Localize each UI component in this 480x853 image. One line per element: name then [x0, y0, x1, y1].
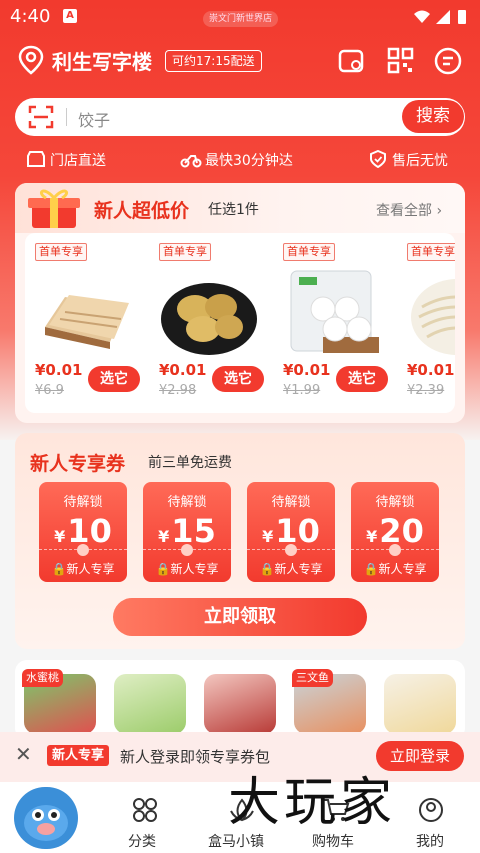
vegetable-image[interactable] — [114, 674, 186, 734]
product-original-price: ¥2.98 — [159, 383, 197, 398]
lock-icon: 🔒 — [155, 562, 171, 576]
qr-code-icon[interactable] — [387, 46, 415, 76]
lock-icon: 🔒 — [363, 562, 379, 576]
product-original-price: ¥2.39 — [407, 383, 445, 398]
status-icons — [414, 10, 466, 24]
potato-image — [161, 283, 257, 355]
feature-store-direct: 门店直送 — [50, 153, 106, 169]
product-price: ¥0.01 — [35, 361, 83, 379]
battery-icon — [458, 10, 466, 24]
notification-icon: A — [63, 9, 77, 23]
scan-icon[interactable] — [28, 105, 54, 129]
currency-symbol: ¥ — [158, 527, 170, 546]
view-all-label: 查看全部 — [376, 203, 432, 219]
product-price: ¥0.01 — [283, 361, 331, 379]
coupon-amount: 10 — [67, 512, 112, 550]
coupon-label: 新人专享 — [66, 562, 115, 576]
chevron-right-icon: › — [436, 203, 443, 219]
feature-after-sales: 售后无忧 — [392, 153, 448, 169]
coupon-label: 新人专享 — [170, 562, 219, 576]
pick-button[interactable]: 选它 — [336, 366, 388, 392]
coupon-label: 新人专享 — [274, 562, 323, 576]
gift-box-icon — [28, 189, 80, 228]
product-card[interactable]: 首单专享 ¥0.01 ¥1.99 选它 — [273, 233, 395, 413]
pick-button[interactable]: 选它 — [212, 366, 264, 392]
coupon-notch — [181, 544, 193, 556]
product-original-price: ¥1.99 — [283, 383, 321, 398]
currency-symbol: ¥ — [262, 527, 274, 546]
coupon-lock-status: 待解锁 — [167, 495, 207, 510]
search-divider — [66, 108, 67, 126]
location-pin-icon[interactable] — [18, 45, 44, 75]
store-pill: 崇文门新世界店 — [203, 11, 279, 27]
category-tag: 水蜜桃 — [22, 669, 63, 687]
coupon-item[interactable]: 待解锁 ¥10 🔒新人专享 — [247, 482, 335, 582]
lock-icon: 🔒 — [51, 562, 67, 576]
profile-icon[interactable] — [418, 797, 444, 823]
coupon-item[interactable]: 待解锁 ¥10 🔒新人专享 — [39, 482, 127, 582]
coupon-label: 新人专享 — [378, 562, 427, 576]
product-price: ¥0.01 — [407, 361, 455, 379]
noodles-image — [411, 279, 455, 355]
store-icon — [27, 151, 45, 167]
product-carousel[interactable]: 首单专享 ¥0.01 ¥6.9 选它 首单专享 ¥0.01 ¥2.98 选它 首… — [25, 233, 455, 413]
order-search-icon[interactable] — [337, 46, 367, 76]
search-input[interactable]: 饺子 — [78, 107, 110, 131]
coupon-notch — [77, 544, 89, 556]
category-tag: 三文鱼 — [292, 669, 333, 687]
coupon-amount: 15 — [171, 512, 216, 550]
coupon-lock-status: 待解锁 — [375, 495, 415, 510]
coupon-title: 新人专享券 — [30, 453, 126, 475]
claim-coupons-button[interactable]: 立即领取 — [113, 598, 367, 636]
shield-icon — [370, 150, 386, 168]
first-order-tag: 首单专享 — [407, 243, 455, 261]
coupon-amount: 20 — [379, 512, 424, 550]
beef-image[interactable] — [204, 674, 276, 734]
coupon-item[interactable]: 待解锁 ¥20 🔒新人专享 — [351, 482, 439, 582]
mascot-home-icon[interactable] — [14, 787, 78, 849]
product-card[interactable]: 首单专享 ¥0.01 ¥2.39 — [397, 233, 455, 413]
coupon-notch — [285, 544, 297, 556]
coupon-amount: 10 — [275, 512, 320, 550]
product-original-price: ¥6.9 — [35, 383, 64, 398]
nav-category[interactable]: 分类 — [128, 831, 156, 851]
coupon-lock-status: 待解锁 — [271, 495, 311, 510]
lock-icon: 🔒 — [259, 562, 275, 576]
first-order-tag: 首单专享 — [35, 243, 87, 261]
nav-profile[interactable]: 我的 — [416, 831, 444, 851]
status-time: 4:40 — [10, 6, 51, 27]
category-icon[interactable] — [132, 797, 158, 823]
coupon-notch — [389, 544, 401, 556]
currency-symbol: ¥ — [54, 527, 66, 546]
location-name[interactable]: 利生写字楼 — [52, 46, 152, 75]
milk-image[interactable] — [384, 674, 456, 734]
new-user-deals-subtitle: 任选1件 — [208, 202, 259, 218]
buns-image — [290, 270, 379, 353]
watermark: 大玩家 — [228, 773, 397, 833]
coupon-lock-status: 待解锁 — [63, 495, 103, 510]
feature-fast-delivery: 最快30分钟达 — [205, 153, 293, 169]
delivery-eta-badge: 可约17:15配送 — [165, 50, 262, 72]
new-user-deals-title: 新人超低价 — [94, 200, 190, 222]
tofu-skin-image — [45, 295, 129, 349]
search-button[interactable]: 搜索 — [402, 100, 464, 133]
close-icon[interactable]: ✕ — [15, 742, 32, 766]
wifi-icon — [414, 10, 430, 23]
currency-symbol: ¥ — [366, 527, 378, 546]
signal-icon — [436, 10, 450, 24]
first-order-tag: 首单专享 — [159, 243, 211, 261]
scooter-icon — [180, 155, 202, 168]
pick-button[interactable]: 选它 — [88, 366, 140, 392]
view-all-link[interactable]: 查看全部 › — [376, 200, 442, 220]
product-price: ¥0.01 — [159, 361, 207, 379]
banner-tag: 新人专享 — [47, 745, 110, 766]
message-icon[interactable] — [433, 46, 463, 76]
coupon-item[interactable]: 待解锁 ¥15 🔒新人专享 — [143, 482, 231, 582]
product-card[interactable]: 首单专享 ¥0.01 ¥6.9 选它 — [25, 233, 147, 413]
first-order-tag: 首单专享 — [283, 243, 335, 261]
coupon-subtitle: 前三单免运费 — [148, 455, 232, 471]
product-card[interactable]: 首单专享 ¥0.01 ¥2.98 选它 — [149, 233, 271, 413]
